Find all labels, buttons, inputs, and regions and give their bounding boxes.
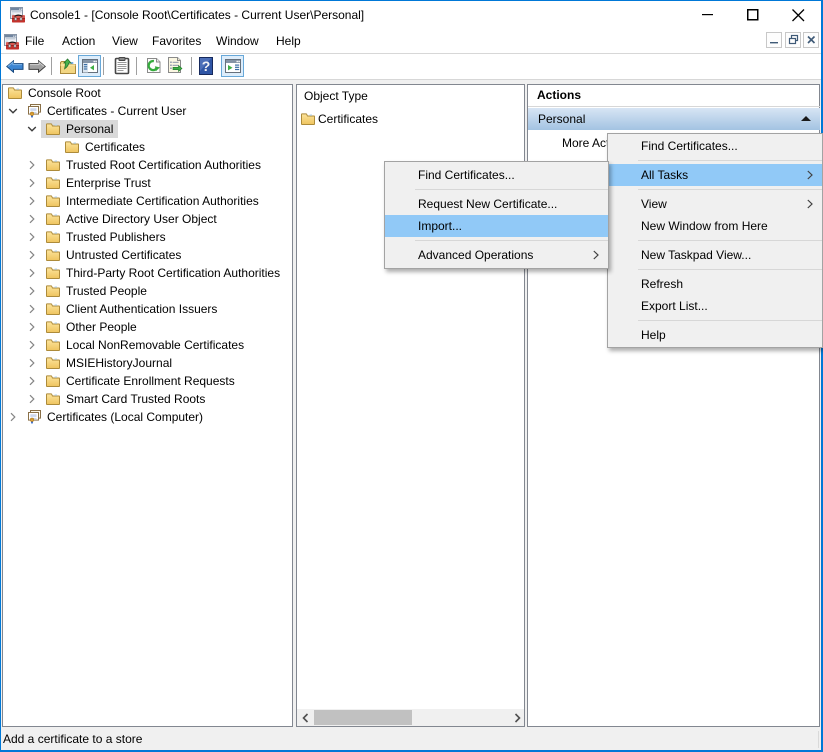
- svg-text:?: ?: [202, 58, 211, 74]
